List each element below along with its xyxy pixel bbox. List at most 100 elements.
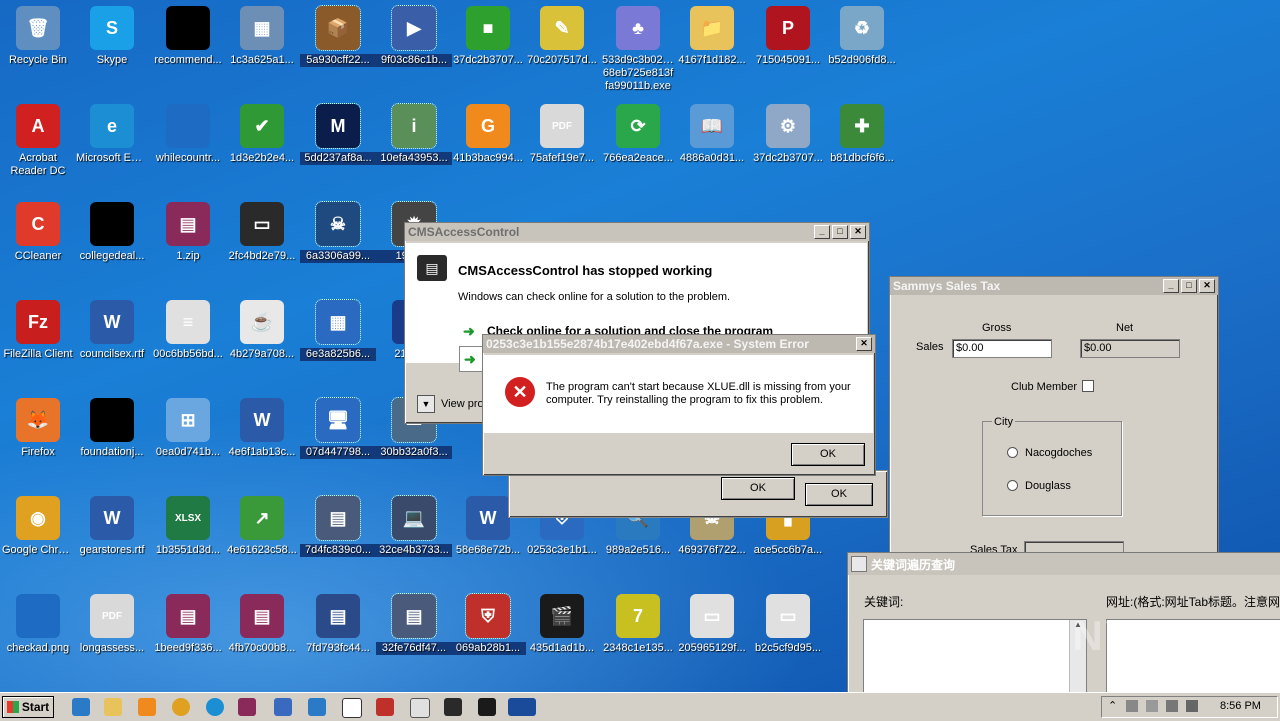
sales-tax-window[interactable]: Sammys Sales Tax _ □ ✕ Gross Net Sales $… <box>889 276 1219 568</box>
chevron-up-icon[interactable]: ⌃ <box>1108 699 1117 712</box>
desktop-icon[interactable]: collegedeal... <box>74 202 150 263</box>
desktop-icon[interactable]: ☕ 4b279a708... <box>224 300 300 361</box>
close-button[interactable]: ✕ <box>1199 279 1215 293</box>
taskbar-app-icon[interactable] <box>274 698 292 716</box>
desktop-icon[interactable]: PDF longassess... <box>74 594 150 655</box>
desktop-icon[interactable]: ▤ 4fb70c00b8... <box>224 594 300 655</box>
desktop-icon-label: 00c6bb56bd... <box>153 348 223 360</box>
ok-button-behind-a[interactable]: OK <box>721 477 795 500</box>
cms-titlebar[interactable]: CMSAccessControl _ □ ✕ <box>405 223 869 241</box>
desktop-icon[interactable]: 🖥 07d447798... <box>300 397 376 459</box>
desktop-icon[interactable]: 📦 5a930cff22... <box>300 5 376 67</box>
keyword-titlebar[interactable]: 关键词遍历查询 <box>848 553 1280 575</box>
desktop-icon[interactable]: ▭ b2c5cf9d95... <box>750 594 826 655</box>
desktop-icon[interactable]: 🦊 Firefox <box>0 398 76 459</box>
desktop-icon[interactable]: ⟳ 766ea2eace... <box>600 104 676 165</box>
sales-input[interactable]: $0.00 <box>952 339 1052 358</box>
ok-button-behind-b[interactable]: OK <box>805 483 873 506</box>
desktop-icon[interactable]: XLSX 1b3551d3d... <box>150 496 226 557</box>
desktop-icon[interactable]: M 5dd237af8a... <box>300 103 376 165</box>
desktop-icon[interactable]: ▤ 1beed9f336... <box>150 594 226 655</box>
desktop-icon[interactable]: Fz FileZilla Client <box>0 300 76 361</box>
desktop-icon[interactable]: ≡ 00c6bb56bd... <box>150 300 226 361</box>
desktop-icon[interactable]: ▭ 2fc4bd2e79... <box>224 202 300 263</box>
desktop-icon[interactable]: A Acrobat Reader DC <box>0 104 76 178</box>
desktop-icon[interactable]: G 41b3bac994... <box>450 104 526 165</box>
chevron-down-icon[interactable]: ▼ <box>417 395 435 413</box>
desktop-icon[interactable]: ♻ b52d906fd8... <box>824 6 900 67</box>
media-player-icon[interactable] <box>138 698 156 716</box>
desktop-icon[interactable]: C CCleaner <box>0 202 76 263</box>
desktop-icon[interactable]: 💻 32ce4b3733... <box>376 495 452 557</box>
desktop-icon[interactable]: ▭ 205965129f... <box>674 594 750 655</box>
flag-icon[interactable] <box>1146 700 1158 712</box>
view-problem-details-link[interactable]: View pro <box>441 398 484 410</box>
desktop-icon[interactable]: e Microsoft Edge <box>74 104 150 165</box>
clapper-icon[interactable] <box>478 698 496 716</box>
desktop-icon[interactable]: W 4e6f1ab13c... <box>224 398 300 459</box>
desktop-icon[interactable]: ⛨ 069ab28b1... <box>450 593 526 655</box>
desktop-icon[interactable]: i 10efa43953... <box>376 103 452 165</box>
maximize-button[interactable]: □ <box>1181 279 1197 293</box>
desktop-icon[interactable]: ■ 37dc2b3707... <box>450 6 526 67</box>
desktop-icon[interactable]: ⊞ 0ea0d741b... <box>150 398 226 459</box>
desktop-icon[interactable]: ▤ 32fe76df47... <box>376 593 452 655</box>
desktop-icon[interactable]: foundationj... <box>74 398 150 459</box>
taskbar-app-icon[interactable] <box>376 698 394 716</box>
taskbar-app-icon-active[interactable] <box>508 698 536 716</box>
system-error-dialog[interactable]: 0253c3e1b155e2874b17e402ebd4f67a.exe - S… <box>482 334 876 476</box>
desktop-icon[interactable]: ▤ 7d4fc839c0... <box>300 495 376 557</box>
close-button[interactable]: ✕ <box>850 225 866 239</box>
desktop-icon[interactable]: ▤ 1.zip <box>150 202 226 263</box>
desktop-icon[interactable]: ◉ Google Chrome <box>0 496 76 557</box>
winrar-icon[interactable] <box>238 698 256 716</box>
display-icon[interactable] <box>1186 700 1198 712</box>
desktop-icon[interactable]: 📁 4167f1d182... <box>674 6 750 67</box>
taskbar-app-icon[interactable] <box>410 698 430 718</box>
chrome-icon[interactable] <box>172 698 190 716</box>
error-titlebar[interactable]: 0253c3e1b155e2874b17e402ebd4f67a.exe - S… <box>483 335 875 353</box>
desktop-icon[interactable]: recommend... <box>150 6 226 67</box>
close-button[interactable]: ✕ <box>856 337 872 351</box>
desktop-icon[interactable]: 📖 4886a0d31... <box>674 104 750 165</box>
clock[interactable]: 8:56 PM <box>1220 700 1261 712</box>
radio-douglass[interactable] <box>1007 480 1018 491</box>
radio-nacogdoches[interactable] <box>1007 447 1018 458</box>
desktop-icon[interactable]: ♣ 533d9c3b0206 68eb725e813f fa99011b.exe <box>600 6 676 93</box>
ok-button[interactable]: OK <box>791 443 865 466</box>
network-icon[interactable] <box>1126 700 1138 712</box>
desktop-icon[interactable]: 7 2348c1e135... <box>600 594 676 655</box>
sales-tax-titlebar[interactable]: Sammys Sales Tax _ □ ✕ <box>890 277 1218 295</box>
window-icon[interactable] <box>342 698 362 718</box>
desktop-icon[interactable]: PDF 75afef19e7... <box>524 104 600 165</box>
desktop-icon[interactable]: checkad.png <box>0 594 76 655</box>
desktop-icon[interactable]: ↗ 4e61623c58... <box>224 496 300 557</box>
desktop-icon[interactable]: ▤ 7fd793fc44... <box>300 594 376 655</box>
explorer-icon[interactable] <box>104 698 122 716</box>
ie-icon[interactable] <box>308 698 326 716</box>
minimize-button[interactable]: _ <box>814 225 830 239</box>
edge-icon[interactable] <box>206 698 224 716</box>
desktop-icon[interactable]: ▶ 9f03c86c1b... <box>376 5 452 67</box>
taskbar-app-icon[interactable] <box>444 698 462 716</box>
desktop-icon[interactable]: ▦ 6e3a825b6... <box>300 299 376 361</box>
desktop-icon[interactable]: S Skype <box>74 6 150 67</box>
desktop-icon[interactable]: 🎬 435d1ad1b... <box>524 594 600 655</box>
desktop-icon[interactable]: ✔ 1d3e2b2e4... <box>224 104 300 165</box>
desktop-icon[interactable]: P 715045091... <box>750 6 826 67</box>
club-member-checkbox[interactable] <box>1082 380 1094 392</box>
desktop-icon[interactable]: whilecountr... <box>150 104 226 165</box>
desktop-icon[interactable]: ⚙ 37dc2b3707... <box>750 104 826 165</box>
desktop-icon[interactable]: 🗑 Recycle Bin <box>0 6 76 67</box>
desktop-icon[interactable]: Wgearstores.rtf <box>74 496 150 557</box>
desktop-icon[interactable]: ✚ b81dbcf6f6... <box>824 104 900 165</box>
desktop-icon[interactable]: Wcouncilsex.rtf <box>74 300 150 361</box>
desktop-icon[interactable]: ▦ 1c3a625a1... <box>224 6 300 67</box>
volume-icon[interactable] <box>1166 700 1178 712</box>
minimize-button[interactable]: _ <box>1163 279 1179 293</box>
maximize-button[interactable]: □ <box>832 225 848 239</box>
desktop-icon[interactable]: ☠ 6a3306a99... <box>300 201 376 263</box>
ie-icon[interactable] <box>72 698 90 716</box>
desktop-icon[interactable]: ✎ 70c207517d... <box>524 6 600 67</box>
start-button[interactable]: Start <box>2 696 54 718</box>
